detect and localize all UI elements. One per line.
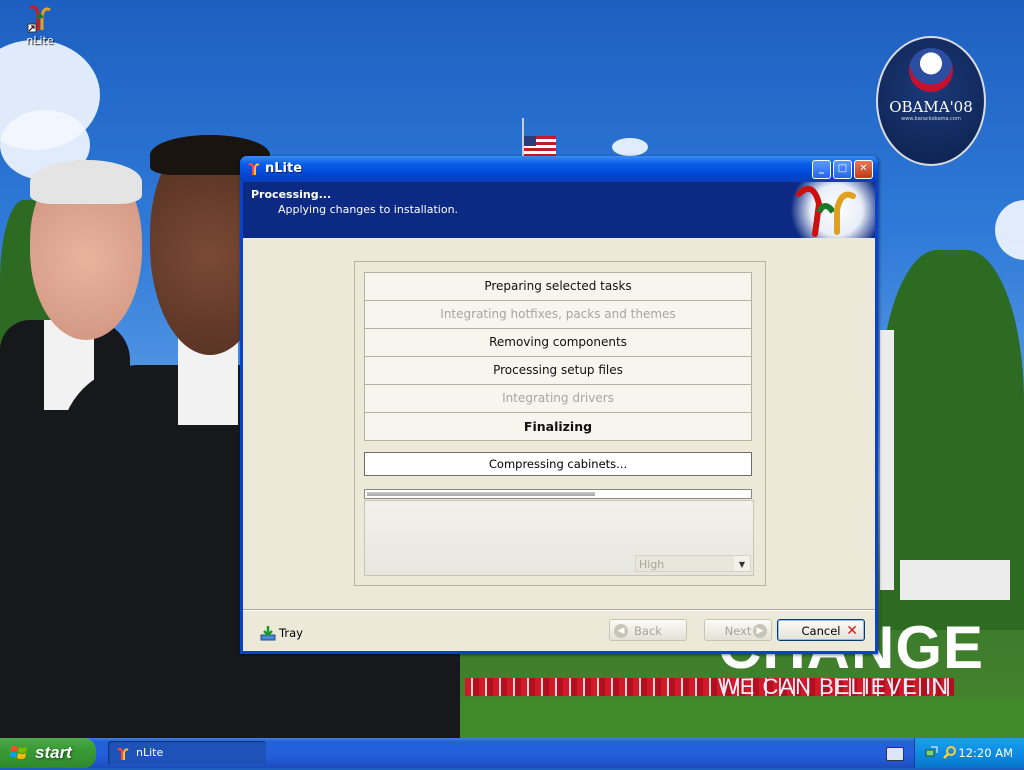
system-tray: 12:20 AM xyxy=(914,738,1024,768)
header-subtitle: Applying changes to installation. xyxy=(278,203,459,216)
network-icon[interactable] xyxy=(925,745,939,759)
nlite-icon xyxy=(116,746,130,760)
priority-select[interactable]: High ▼ xyxy=(635,555,751,572)
search-icon[interactable] xyxy=(943,745,957,759)
window-client: Processing... Applying changes to instal… xyxy=(243,182,875,651)
task-step: Integrating hotfixes, packs and themes xyxy=(364,301,752,329)
next-button[interactable]: Next ▶ xyxy=(704,619,772,641)
wizard-header: Processing... Applying changes to instal… xyxy=(243,182,875,238)
desktop-icon-nlite[interactable]: nLite xyxy=(22,4,58,47)
maximize-button[interactable]: □ xyxy=(833,160,852,179)
taskbar-item-label: nLite xyxy=(136,746,164,759)
keyboard-icon[interactable] xyxy=(886,747,904,761)
task-step-active: Finalizing xyxy=(364,413,752,441)
taskbar-item-nlite[interactable]: nLite xyxy=(108,741,266,765)
desktop-icon-label: nLite xyxy=(26,34,54,47)
log-area: High ▼ xyxy=(364,500,754,576)
start-button[interactable]: start xyxy=(0,738,96,768)
cancel-label: Cancel xyxy=(801,624,841,638)
tray-label: Tray xyxy=(279,626,303,640)
maximize-icon: □ xyxy=(837,163,848,174)
back-label: Back xyxy=(634,624,662,638)
campaign-badge: OBAMA'08 www.barackobama.com xyxy=(876,36,986,166)
badge-url: www.barackobama.com xyxy=(901,116,961,122)
clock[interactable]: 12:20 AM xyxy=(958,746,1013,760)
task-list: Preparing selected tasks Integrating hot… xyxy=(364,272,752,441)
cancel-button[interactable]: Cancel ✕ xyxy=(777,619,865,641)
slogan-sub: WE CAN BELIEVE IN xyxy=(718,674,949,699)
nlite-window: nLite _ □ ✕ Processing... Applying chang… xyxy=(240,156,878,654)
cancel-x-icon: ✕ xyxy=(846,623,858,639)
nlite-icon xyxy=(26,4,54,34)
campaign-logo-icon xyxy=(909,48,953,92)
progress-fill xyxy=(367,492,595,496)
tray-button[interactable]: Tray xyxy=(260,625,303,641)
task-step: Removing components xyxy=(364,329,752,357)
chevron-down-icon[interactable]: ▼ xyxy=(734,556,750,571)
back-arrow-icon: ◀ xyxy=(614,624,628,638)
progress-panel: Preparing selected tasks Integrating hot… xyxy=(354,261,766,586)
taskbar: start nLite 12:20 AM xyxy=(0,738,1024,768)
nlite-logo-icon xyxy=(779,182,875,238)
next-arrow-icon: ▶ xyxy=(753,624,767,638)
status-text: Compressing cabinets... xyxy=(364,452,752,476)
header-title: Processing... xyxy=(251,188,332,201)
next-label: Next xyxy=(724,624,752,638)
minimize-button[interactable]: _ xyxy=(812,160,831,179)
task-step: Preparing selected tasks xyxy=(364,272,752,301)
priority-value: High xyxy=(639,558,665,571)
progress-bar xyxy=(364,489,752,499)
minimize-icon: _ xyxy=(819,163,824,174)
badge-title: OBAMA'08 xyxy=(889,98,973,116)
windows-logo-icon xyxy=(9,745,28,761)
tray-download-icon xyxy=(260,625,276,641)
back-button[interactable]: ◀ Back xyxy=(609,619,687,641)
task-step: Processing setup files xyxy=(364,357,752,385)
window-title: nLite xyxy=(265,161,303,176)
nlite-icon xyxy=(247,162,261,176)
close-button[interactable]: ✕ xyxy=(854,160,873,179)
start-label: start xyxy=(35,743,72,762)
task-step: Integrating drivers xyxy=(364,385,752,413)
window-titlebar[interactable]: nLite _ □ ✕ xyxy=(240,156,878,182)
close-icon: ✕ xyxy=(859,163,868,174)
footer-divider xyxy=(243,609,875,611)
